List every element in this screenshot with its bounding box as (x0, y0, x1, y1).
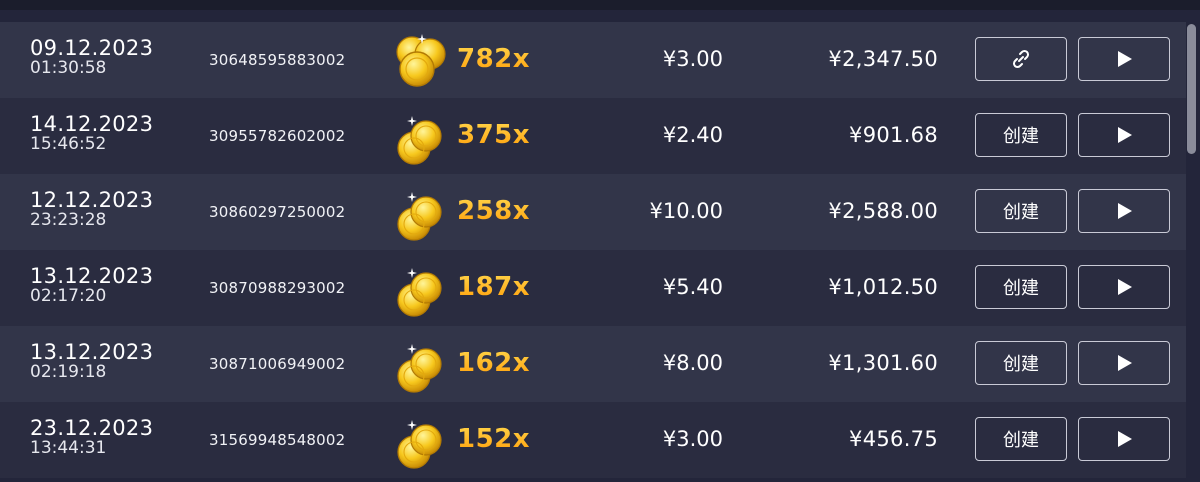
replay-button[interactable] (1078, 341, 1170, 385)
date-text: 12.12.2023 (30, 188, 154, 212)
win-amount: ¥2,588.00 (828, 199, 938, 223)
bet-amount: ¥3.00 (662, 47, 723, 71)
date-text: 14.12.2023 (30, 112, 154, 136)
gold-coins-icon (397, 268, 442, 317)
table-row: 13.12.2023 02:19:18 30871006949002 162x … (0, 326, 1186, 402)
create-button[interactable]: 创建 (975, 189, 1067, 233)
big-wins-list: 09.12.2023 01:30:58 30648595883002 782x … (0, 22, 1186, 478)
replay-button[interactable] (1078, 265, 1170, 309)
time-text: 02:19:18 (30, 362, 107, 382)
time-text: 02:17:20 (30, 286, 107, 306)
bet-amount: ¥5.40 (662, 275, 723, 299)
multiplier-text: 375x (457, 120, 531, 150)
datetime-cell: 12.12.2023 23:23:28 (30, 190, 153, 229)
round-id: 30870988293002 (209, 279, 346, 297)
bet-amount: ¥8.00 (662, 351, 723, 375)
create-button[interactable]: 创建 (975, 113, 1067, 157)
time-text: 01:30:58 (30, 58, 107, 78)
replay-button[interactable] (1078, 37, 1170, 81)
win-amount: ¥456.75 (849, 427, 938, 451)
scrollbar-thumb[interactable] (1187, 24, 1196, 154)
multiplier-text: 152x (457, 424, 531, 454)
win-amount: ¥901.68 (849, 123, 938, 147)
replay-button[interactable] (1078, 189, 1170, 233)
date-text: 23.12.2023 (30, 416, 154, 440)
date-text: 09.12.2023 (30, 36, 154, 60)
time-text: 23:23:28 (30, 210, 107, 230)
multiplier-text: 162x (457, 348, 531, 378)
play-icon (1118, 355, 1132, 371)
round-id: 30955782602002 (209, 127, 346, 145)
round-id: 31569948548002 (209, 431, 346, 449)
share-link-button[interactable] (975, 37, 1067, 81)
win-amount: ¥1,301.60 (828, 351, 938, 375)
datetime-cell: 09.12.2023 01:30:58 (30, 38, 153, 77)
round-id: 30871006949002 (209, 355, 346, 373)
create-button[interactable]: 创建 (975, 417, 1067, 461)
play-icon (1118, 127, 1132, 143)
gold-coins-icon (397, 344, 442, 393)
gold-coins-icon (396, 34, 446, 87)
win-amount: ¥2,347.50 (828, 47, 938, 71)
gold-coins-icon (397, 116, 442, 165)
multiplier-text: 187x (457, 272, 531, 302)
play-icon (1118, 431, 1132, 447)
datetime-cell: 13.12.2023 02:19:18 (30, 342, 153, 381)
gold-coins-icon (397, 420, 442, 469)
table-row: 14.12.2023 15:46:52 30955782602002 375x … (0, 98, 1186, 174)
create-button[interactable]: 创建 (975, 341, 1067, 385)
link-icon (1012, 49, 1030, 69)
datetime-cell: 13.12.2023 02:17:20 (30, 266, 153, 305)
create-button[interactable]: 创建 (975, 265, 1067, 309)
table-row: 12.12.2023 23:23:28 30860297250002 258x … (0, 174, 1186, 250)
play-icon (1118, 279, 1132, 295)
table-row: 13.12.2023 02:17:20 30870988293002 187x … (0, 250, 1186, 326)
replay-button[interactable] (1078, 113, 1170, 157)
datetime-cell: 23.12.2023 13:44:31 (30, 418, 153, 457)
bet-amount: ¥10.00 (649, 199, 723, 223)
play-icon (1118, 51, 1132, 67)
multiplier-text: 782x (457, 44, 531, 74)
datetime-cell: 14.12.2023 15:46:52 (30, 114, 153, 153)
play-icon (1118, 203, 1132, 219)
round-id: 30648595883002 (209, 51, 346, 69)
gold-coins-icon (397, 192, 442, 241)
bet-amount: ¥3.00 (662, 427, 723, 451)
date-text: 13.12.2023 (30, 340, 154, 364)
date-text: 13.12.2023 (30, 264, 154, 288)
table-row: 23.12.2023 13:44:31 31569948548002 152x … (0, 402, 1186, 478)
table-row: 09.12.2023 01:30:58 30648595883002 782x … (0, 22, 1186, 98)
replay-button[interactable] (1078, 417, 1170, 461)
bet-amount: ¥2.40 (662, 123, 723, 147)
win-amount: ¥1,012.50 (828, 275, 938, 299)
header-strip (0, 0, 1200, 10)
multiplier-text: 258x (457, 196, 531, 226)
round-id: 30860297250002 (209, 203, 346, 221)
time-text: 15:46:52 (30, 134, 107, 154)
time-text: 13:44:31 (30, 438, 107, 458)
